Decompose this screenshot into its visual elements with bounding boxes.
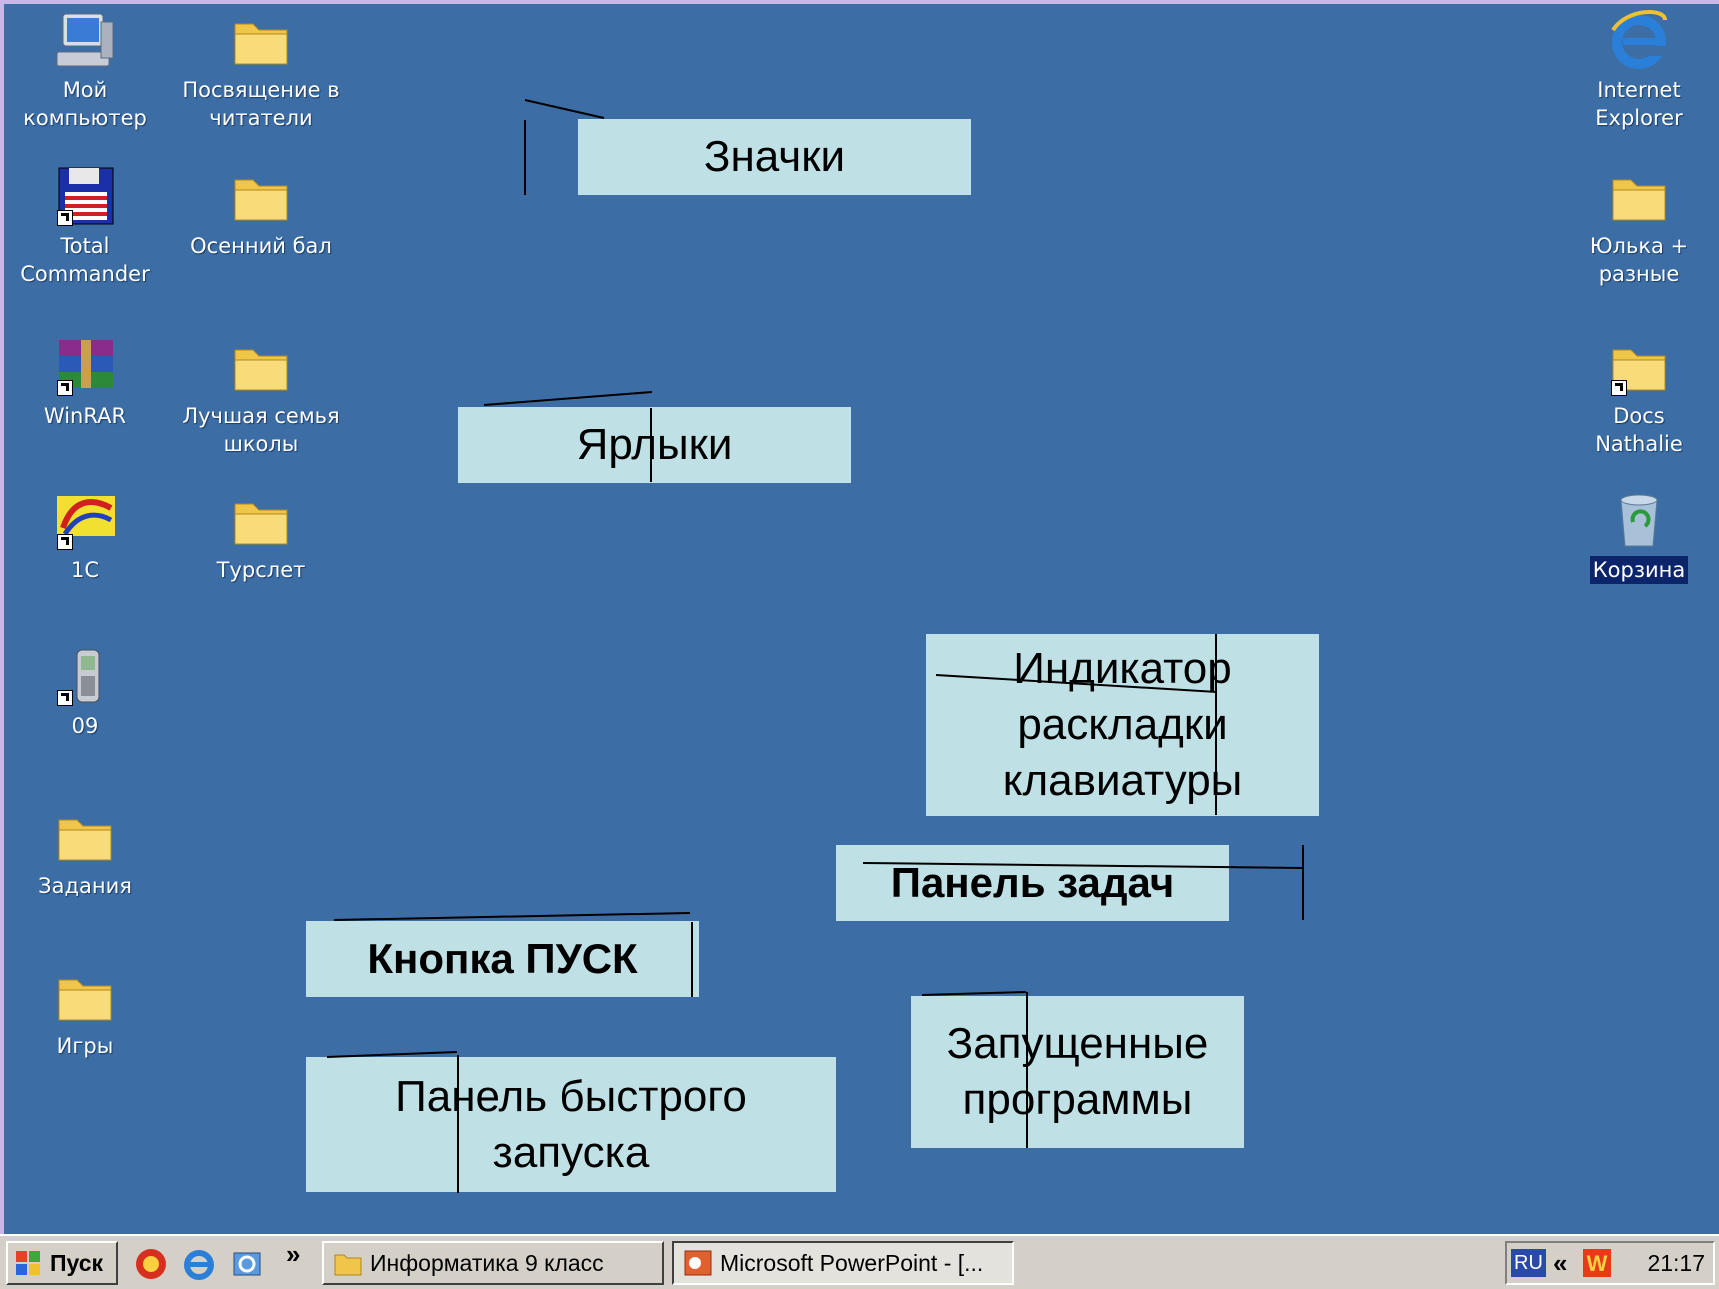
quick-launch-bar: » xyxy=(128,1239,318,1285)
desktop-icon-my-computer[interactable]: Мой компьютер xyxy=(10,8,160,132)
callout-text: Запущенные программы xyxy=(946,1019,1209,1124)
start-label: Пуск xyxy=(50,1250,104,1276)
callout-keyboard-indicator: Индикатор раскладки клавиатуры xyxy=(926,634,1319,816)
callout-text: Индикатор раскладки клавиатуры xyxy=(1002,644,1243,805)
shortcut-arrow-icon xyxy=(57,210,73,226)
callout-text: Ярлыки xyxy=(576,420,733,469)
desktop-icon-label: Total Commander xyxy=(20,234,150,286)
folder-shortcut-icon xyxy=(1607,334,1671,398)
task-button-powerpoint[interactable]: Microsoft PowerPoint - [... xyxy=(672,1241,1014,1285)
powerpoint-icon xyxy=(684,1250,712,1276)
desktop-icon-label: Docs Nathalie xyxy=(1595,404,1683,456)
desktop-icon-zadaniya[interactable]: Задания xyxy=(10,804,160,900)
clock: 21:17 xyxy=(1647,1250,1705,1276)
callout-running-programs: Запущенные программы xyxy=(911,996,1244,1148)
desktop-icon-turslet[interactable]: Турслет xyxy=(176,488,346,584)
opera-icon[interactable] xyxy=(132,1245,170,1283)
desktop-icon-osenniy-bal[interactable]: Осенний бал xyxy=(176,164,346,260)
desktop-icon-label: 1С xyxy=(70,558,100,582)
folder-icon xyxy=(53,804,117,868)
desktop-icon-label: Игры xyxy=(56,1034,114,1058)
callout-taskbar: Панель задач xyxy=(836,845,1229,921)
shortcut-arrow-icon xyxy=(57,534,73,550)
folder-icon xyxy=(229,334,293,398)
desktop-icon-label: WinRAR xyxy=(43,404,127,428)
internet-explorer-icon[interactable] xyxy=(180,1245,218,1283)
desktop-icon-label: Мой компьютер xyxy=(23,78,147,130)
callout-text: Панель задач xyxy=(890,859,1175,906)
taskbar: Пуск » Информатика 9 класс Microsoft Pow… xyxy=(0,1234,1719,1289)
desktop-icon-winrar[interactable]: WinRAR xyxy=(10,334,160,430)
desktop-icon-label: Посвящение в читатели xyxy=(182,78,340,130)
callout-shortcuts: Ярлыки xyxy=(458,407,851,483)
tray-expand-button[interactable]: « xyxy=(1553,1243,1567,1283)
desktop-icon-label: Турслет xyxy=(216,558,306,582)
folder-icon xyxy=(229,488,293,552)
desktop-icon-label: Internet Explorer xyxy=(1595,78,1683,130)
my-computer-icon xyxy=(53,8,117,72)
task-button-informatika[interactable]: Информатика 9 класс xyxy=(322,1241,664,1285)
desktop-icon-1c[interactable]: 1С xyxy=(10,488,160,584)
language-indicator[interactable]: RU xyxy=(1511,1249,1546,1277)
desktop-icon-igry[interactable]: Игры xyxy=(10,964,160,1060)
task-label: Microsoft PowerPoint - [... xyxy=(720,1250,984,1276)
winrar-icon xyxy=(53,334,117,398)
desktop-icon-docs-nathalie[interactable]: Docs Nathalie xyxy=(1564,334,1714,458)
system-tray: RU « W 21:17 xyxy=(1505,1241,1715,1285)
desktop-icon-09[interactable]: 09 xyxy=(10,644,160,740)
recycle-bin-icon xyxy=(1607,488,1671,552)
task-label: Информатика 9 класс xyxy=(370,1250,604,1276)
callout-icons: Значки xyxy=(578,119,971,195)
desktop: Мой компьютер Total Commander WinRAR 1С … xyxy=(4,4,1719,1234)
shortcut-arrow-icon xyxy=(57,690,73,706)
quick-launch-more[interactable]: » xyxy=(286,1239,300,1270)
desktop-icon-yulka[interactable]: Юлька + разные xyxy=(1564,164,1714,288)
callout-text: Панель быстрого запуска xyxy=(395,1071,747,1177)
outlook-express-icon[interactable] xyxy=(228,1245,266,1283)
callout-text: Значки xyxy=(703,132,846,181)
desktop-icon-posvyashchenie[interactable]: Посвящение в читатели xyxy=(176,8,346,132)
desktop-icon-total-commander[interactable]: Total Commander xyxy=(10,164,160,288)
desktop-icon-label: Лучшая семья школы xyxy=(182,404,340,456)
total-commander-icon xyxy=(53,164,117,228)
desktop-icon-label: Задания xyxy=(38,874,132,898)
folder-icon xyxy=(53,964,117,1028)
svg-text:W: W xyxy=(1587,1251,1608,1276)
desktop-icon-label: 09 xyxy=(71,714,99,738)
folder-icon xyxy=(334,1254,362,1276)
folder-icon xyxy=(229,164,293,228)
shortcut-arrow-icon xyxy=(1611,380,1627,396)
callout-start-button: Кнопка ПУСК xyxy=(306,921,699,997)
1c-icon xyxy=(53,488,117,552)
internet-explorer-icon xyxy=(1607,8,1671,72)
desktop-icon-label: Корзина xyxy=(1589,556,1689,584)
callout-text: Кнопка ПУСК xyxy=(367,935,638,982)
desktop-icon-internet-explorer[interactable]: Internet Explorer xyxy=(1564,8,1714,132)
desktop-icon-recycle-bin[interactable]: Корзина xyxy=(1564,488,1714,584)
shortcut-arrow-icon xyxy=(57,380,73,396)
folder-icon xyxy=(1607,164,1671,228)
folder-icon xyxy=(229,8,293,72)
callout-quick-launch: Панель быстрого запуска xyxy=(306,1057,836,1192)
phone-icon xyxy=(53,644,117,708)
desktop-icon-label: Осенний бал xyxy=(190,234,332,258)
desktop-icon-luchshaya-semya[interactable]: Лучшая семья школы xyxy=(176,334,346,458)
windows-logo-icon xyxy=(16,1251,40,1275)
start-button[interactable]: Пуск xyxy=(6,1241,118,1285)
desktop-icon-label: Юлька + разные xyxy=(1589,234,1689,286)
word-tray-icon[interactable]: W xyxy=(1581,1247,1613,1279)
